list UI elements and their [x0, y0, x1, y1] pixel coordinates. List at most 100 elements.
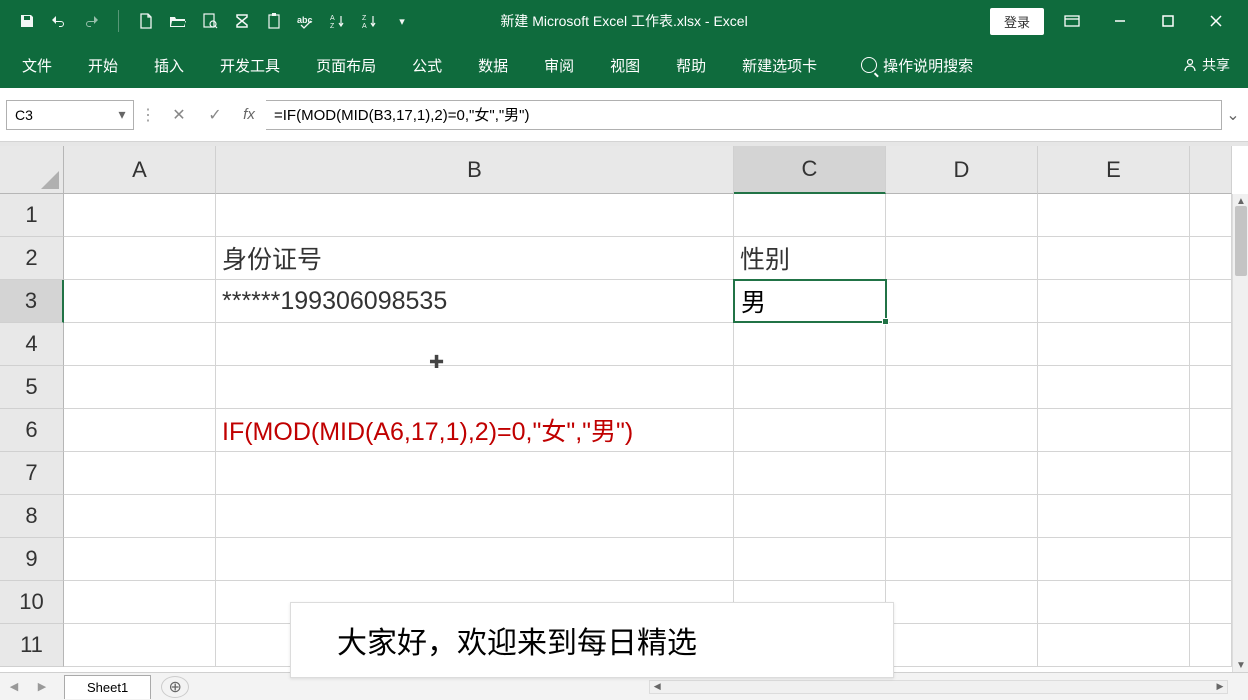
name-box-dropdown-icon[interactable]: ▾	[115, 108, 129, 122]
cell-d10[interactable]	[886, 581, 1038, 624]
minimize-button[interactable]	[1100, 6, 1140, 36]
cell-e2[interactable]	[1038, 237, 1190, 280]
cell-f3[interactable]	[1190, 280, 1232, 323]
scroll-thumb[interactable]	[1235, 206, 1247, 276]
tell-me-search[interactable]: 操作说明搜索	[861, 55, 973, 76]
cell-d1[interactable]	[886, 194, 1038, 237]
cell-a7[interactable]	[64, 452, 216, 495]
cell-f7[interactable]	[1190, 452, 1232, 495]
open-folder-icon[interactable]	[169, 12, 187, 30]
cell-e11[interactable]	[1038, 624, 1190, 667]
col-header-c[interactable]: C	[734, 146, 886, 194]
cell-b6[interactable]: IF(MOD(MID(A6,17,1),2)=0,"女","男")	[216, 409, 734, 452]
print-preview-icon[interactable]	[201, 12, 219, 30]
row-header-2[interactable]: 2	[0, 237, 64, 280]
cell-f4[interactable]	[1190, 323, 1232, 366]
redo-icon[interactable]	[82, 12, 100, 30]
cell-c9[interactable]	[734, 538, 886, 581]
cell-f10[interactable]	[1190, 581, 1232, 624]
row-header-4[interactable]: 4	[0, 323, 64, 366]
undo-icon[interactable]	[50, 12, 68, 30]
cell-e4[interactable]	[1038, 323, 1190, 366]
cell-e8[interactable]	[1038, 495, 1190, 538]
cell-f6[interactable]	[1190, 409, 1232, 452]
sort-desc-icon[interactable]: ZA	[361, 12, 379, 30]
cell-c2[interactable]: 性别	[734, 237, 886, 280]
login-button[interactable]: 登录	[990, 8, 1044, 35]
row-header-1[interactable]: 1	[0, 194, 64, 237]
cell-b3[interactable]: ******199306098535	[216, 280, 734, 323]
vertical-scrollbar[interactable]: ▲ ▼	[1232, 194, 1248, 672]
cell-d9[interactable]	[886, 538, 1038, 581]
col-header-e[interactable]: E	[1038, 146, 1190, 194]
cell-d11[interactable]	[886, 624, 1038, 667]
tab-insert[interactable]: 插入	[150, 53, 188, 78]
cell-a1[interactable]	[64, 194, 216, 237]
row-header-3[interactable]: 3	[0, 280, 64, 323]
cell-a4[interactable]	[64, 323, 216, 366]
ribbon-display-icon[interactable]	[1052, 6, 1092, 36]
cell-e7[interactable]	[1038, 452, 1190, 495]
tab-nav-prev-icon[interactable]: ◀	[0, 680, 28, 693]
cell-f5[interactable]	[1190, 366, 1232, 409]
col-header-a[interactable]: A	[64, 146, 216, 194]
add-sheet-button[interactable]: ⊕	[161, 676, 189, 698]
row-header-11[interactable]: 11	[0, 624, 64, 667]
sheet-tab-1[interactable]: Sheet1	[64, 675, 151, 699]
enter-formula-icon[interactable]: ✓	[198, 100, 232, 130]
cell-c8[interactable]	[734, 495, 886, 538]
qat-dropdown-icon[interactable]: ▾	[393, 12, 411, 30]
sort-asc-icon[interactable]: AZ	[329, 12, 347, 30]
save-icon[interactable]	[18, 12, 36, 30]
cell-e1[interactable]	[1038, 194, 1190, 237]
cell-a10[interactable]	[64, 581, 216, 624]
col-header-next[interactable]	[1190, 146, 1232, 194]
cell-b2[interactable]: 身份证号	[216, 237, 734, 280]
name-box[interactable]: C3 ▾	[6, 100, 134, 130]
cell-b1[interactable]	[216, 194, 734, 237]
col-header-d[interactable]: D	[886, 146, 1038, 194]
cell-c7[interactable]	[734, 452, 886, 495]
share-button[interactable]: 共享	[1182, 55, 1230, 75]
cell-f2[interactable]	[1190, 237, 1232, 280]
tab-data[interactable]: 数据	[474, 53, 512, 78]
tab-page-layout[interactable]: 页面布局	[312, 53, 380, 78]
tab-custom[interactable]: 新建选项卡	[738, 53, 821, 78]
tab-formulas[interactable]: 公式	[408, 53, 446, 78]
cell-c4[interactable]	[734, 323, 886, 366]
cell-c5[interactable]	[734, 366, 886, 409]
insert-function-icon[interactable]: fx	[234, 106, 264, 123]
cell-d2[interactable]	[886, 237, 1038, 280]
selected-cell-c3[interactable]: 男	[733, 279, 887, 323]
row-header-9[interactable]: 9	[0, 538, 64, 581]
col-header-b[interactable]: B	[216, 146, 734, 194]
tab-help[interactable]: 帮助	[672, 53, 710, 78]
cell-b5[interactable]	[216, 366, 734, 409]
cell-b8[interactable]	[216, 495, 734, 538]
cell-d8[interactable]	[886, 495, 1038, 538]
cell-f8[interactable]	[1190, 495, 1232, 538]
maximize-button[interactable]	[1148, 6, 1188, 36]
cell-d7[interactable]	[886, 452, 1038, 495]
cell-b7[interactable]	[216, 452, 734, 495]
autosum-icon[interactable]	[233, 12, 251, 30]
paste-icon[interactable]	[265, 12, 283, 30]
expand-formula-bar-icon[interactable]: ⌄	[1224, 105, 1242, 125]
tab-review[interactable]: 审阅	[540, 53, 578, 78]
horizontal-scrollbar[interactable]: ◀ ▶	[649, 680, 1228, 694]
tab-developer[interactable]: 开发工具	[216, 53, 284, 78]
row-header-8[interactable]: 8	[0, 495, 64, 538]
cell-a5[interactable]	[64, 366, 216, 409]
cell-a9[interactable]	[64, 538, 216, 581]
cell-b9[interactable]	[216, 538, 734, 581]
row-header-7[interactable]: 7	[0, 452, 64, 495]
tab-file[interactable]: 文件	[18, 53, 56, 78]
cell-a2[interactable]	[64, 237, 216, 280]
cell-a11[interactable]	[64, 624, 216, 667]
row-header-5[interactable]: 5	[0, 366, 64, 409]
fill-handle[interactable]	[882, 318, 889, 325]
cell-e3[interactable]	[1038, 280, 1190, 323]
cancel-formula-icon[interactable]: ✕	[162, 100, 196, 130]
scroll-down-icon[interactable]: ▼	[1233, 658, 1248, 672]
cell-a3[interactable]	[64, 280, 216, 323]
